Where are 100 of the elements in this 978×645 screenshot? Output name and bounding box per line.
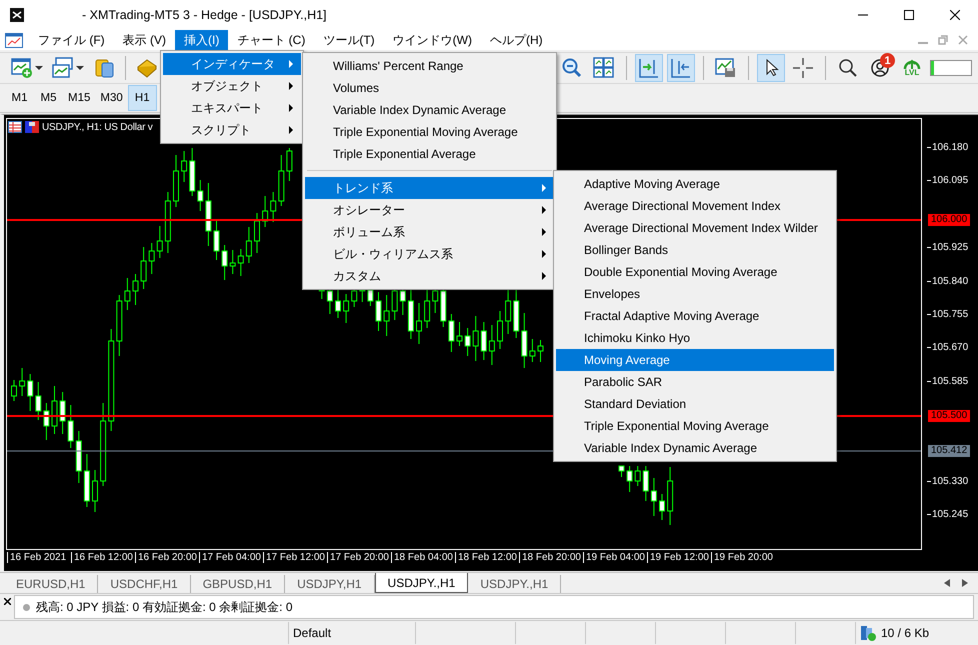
menu-item[interactable]: Average Directional Movement Index [556, 195, 834, 217]
close-icon [950, 10, 960, 20]
menu-item[interactable]: Double Exponential Moving Average [556, 261, 834, 283]
chart-tab[interactable]: EURUSD,H1 [4, 575, 98, 593]
chart-tab[interactable]: GBPUSD,H1 [190, 575, 286, 593]
time-label: 16 Feb 12:00 [71, 552, 133, 563]
candle [222, 244, 228, 280]
menu-item[interactable]: インディケータ [163, 53, 301, 75]
chart-tab[interactable]: USDCHF,H1 [98, 575, 191, 593]
timeframe-button[interactable]: M30 [95, 85, 128, 111]
candle [76, 430, 82, 484]
coins-icon [93, 57, 115, 79]
chart-tab[interactable]: USDJPY.,H1 [374, 573, 468, 593]
time-label: 19 Feb 04:00 [583, 552, 645, 563]
candle [367, 290, 374, 306]
menu-item[interactable]: Variable Index Dynamic Average [556, 437, 834, 459]
menu-item[interactable]: 挿入(I) [175, 30, 228, 50]
book-icon [136, 57, 158, 79]
candle [538, 340, 544, 362]
candle [19, 368, 26, 396]
menu-item[interactable]: 表示 (V) [114, 30, 175, 50]
chart-shift-icon [638, 57, 660, 79]
candle [618, 466, 624, 478]
search-icon [837, 57, 859, 79]
menu-item[interactable]: スクリプト [163, 119, 301, 141]
time-label: 18 Feb 20:00 [519, 552, 581, 563]
menu-item[interactable]: ファイル (F) [29, 30, 114, 50]
time-label: 18 Feb 12:00 [455, 552, 517, 563]
menu-item[interactable]: Variable Index Dynamic Average [305, 99, 554, 121]
menu-item[interactable]: オブジェクト [163, 75, 301, 97]
candle [650, 478, 657, 516]
menu-item[interactable]: Parabolic SAR [556, 371, 834, 393]
menu-item[interactable]: Fractal Adaptive Moving Average [556, 305, 834, 327]
menu-item[interactable]: Standard Deviation [556, 393, 834, 415]
candle [416, 302, 422, 344]
timeframe-button[interactable]: M5 [34, 85, 63, 111]
price-label: 106.095 [932, 175, 968, 186]
time-label: 17 Feb 20:00 [327, 552, 389, 563]
menu-item[interactable]: ツール(T) [314, 30, 384, 50]
account-button[interactable]: 1 [866, 54, 894, 82]
menu-item[interactable]: Moving Average [556, 349, 834, 371]
menu-item[interactable]: Envelopes [556, 283, 834, 305]
candle [164, 192, 171, 254]
candle [84, 454, 90, 508]
candle [116, 294, 122, 356]
menu-item[interactable]: Average Directional Movement Index Wilder [556, 217, 834, 239]
chart-windows-icon [52, 57, 74, 79]
candle [148, 242, 155, 274]
crosshair-icon [792, 57, 814, 79]
floppy-icon [25, 121, 39, 133]
level-meter [930, 60, 972, 76]
menu-item[interactable]: Williams' Percent Range [305, 55, 554, 77]
candle [214, 218, 220, 260]
candle [156, 226, 163, 258]
menu-item[interactable]: Triple Exponential Moving Average [305, 121, 554, 143]
chart-shift-button[interactable] [635, 54, 663, 82]
close-icon [4, 598, 10, 605]
scroll-right-icon[interactable] [962, 579, 968, 587]
candle [529, 338, 536, 362]
price-label: 105.840 [932, 276, 968, 287]
auto-scroll-button[interactable] [667, 54, 695, 82]
candle [448, 314, 454, 352]
candle [286, 148, 292, 182]
up-arrow-icon [903, 59, 921, 69]
menu-item[interactable]: チャート (C) [228, 30, 314, 50]
price-label: 105.245 [932, 509, 968, 520]
menu-item[interactable]: ヘルプ(H) [480, 30, 552, 50]
candle [634, 466, 641, 486]
scroll-left-icon[interactable] [944, 579, 950, 587]
candle [626, 466, 633, 492]
zoom-out-icon [561, 57, 583, 79]
candle [513, 290, 520, 338]
timeframe-button[interactable]: M15 [63, 85, 96, 111]
time-label: 18 Feb 04:00 [391, 552, 453, 563]
menu-item[interactable]: Triple Exponential Average [305, 143, 554, 165]
candle [35, 382, 42, 420]
candle [335, 290, 341, 318]
menu-item[interactable]: トレンド系 [305, 177, 554, 199]
menu-item[interactable]: Volumes [305, 77, 554, 99]
time-label: 19 Feb 20:00 [711, 552, 773, 563]
candle [262, 196, 268, 228]
menu-item[interactable]: Adaptive Moving Average [556, 173, 834, 195]
menu-item[interactable]: Ichimoku Kinko Hyo [556, 327, 834, 349]
cursor-button[interactable] [757, 54, 785, 82]
timeframe-button[interactable]: M1 [5, 85, 34, 111]
candle [424, 290, 430, 328]
auto-scroll-icon [670, 57, 692, 79]
menu-item[interactable]: ウインドウ(W) [384, 30, 481, 50]
time-label: 17 Feb 04:00 [199, 552, 261, 563]
candle [659, 494, 665, 520]
candle [497, 310, 503, 350]
timeframe-button[interactable]: H1 [128, 85, 157, 111]
menu-item[interactable]: Triple Exponential Moving Average [556, 415, 834, 437]
menu-item[interactable]: Bollinger Bands [556, 239, 834, 261]
chart-tab[interactable]: USDJPY.,H1 [468, 575, 562, 593]
price-label: 105.755 [932, 309, 968, 320]
tiled-windows-icon [593, 57, 615, 79]
price-label: 105.585 [932, 376, 968, 387]
menu-item[interactable]: エキスパート [163, 97, 301, 119]
candle [189, 148, 196, 196]
